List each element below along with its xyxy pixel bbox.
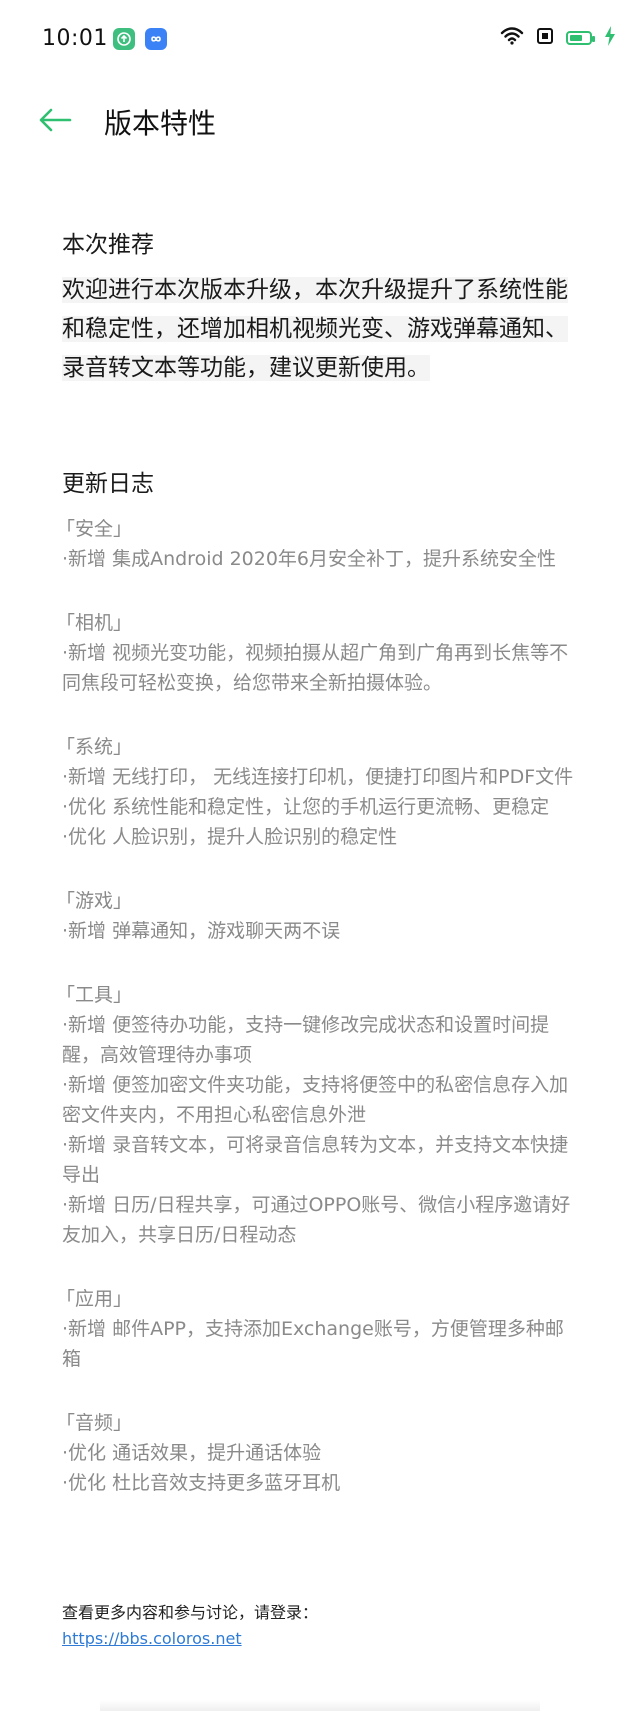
battery-icon xyxy=(566,31,595,45)
changelog-item: ·新增 邮件APP，支持添加Exchange账号，方便管理多种邮箱 xyxy=(62,1318,564,1370)
changelog-category: 「系统」 xyxy=(56,736,133,758)
changelog-category: 「相机」 xyxy=(56,612,133,634)
changelog-title: 更新日志 xyxy=(62,471,154,497)
changelog-item: ·新增 便签加密文件夹功能，支持将便签中的私密信息存入加密文件夹内，不用担心私密… xyxy=(62,1074,569,1126)
changelog-category: 「应用」 xyxy=(56,1288,133,1310)
changelog-group: 「工具」 ·新增 便签待办功能，支持一键修改完成状态和设置时间提醒，高效管理待办事… xyxy=(56,980,582,1250)
changelog-item: ·新增 录音转文本，可将录音信息转为文本，并支持文本快捷导出 xyxy=(62,1134,569,1186)
changelog-category: 「音频」 xyxy=(56,1412,133,1434)
status-right-icons xyxy=(500,26,616,50)
forum-link[interactable]: https://bbs.coloros.net xyxy=(62,1626,582,1652)
changelog-group: 「应用」 ·新增 邮件APP，支持添加Exchange账号，方便管理多种邮箱 xyxy=(56,1284,582,1374)
changelog-group: 「安全」 ·新增 集成Android 2020年6月安全补丁，提升系统安全性 xyxy=(56,514,582,574)
changelog-group: 「音频」 ·优化 通话效果，提升通话体验 ·优化 杜比音效支持更多蓝牙耳机 xyxy=(56,1408,582,1498)
changelog-item: ·新增 无线打印， 无线连接打印机，便捷打印图片和PDF文件 xyxy=(62,766,574,788)
status-time: 10:01 xyxy=(42,26,108,51)
back-button[interactable] xyxy=(36,98,80,142)
arrow-left-icon xyxy=(39,108,72,132)
nav-bar: 版本特性 xyxy=(0,80,640,164)
changelog-item: ·优化 人脸识别，提升人脸识别的稳定性 xyxy=(62,826,398,848)
charging-bolt-icon xyxy=(604,26,616,50)
upload-app-icon xyxy=(113,28,135,50)
changelog-list: 「安全」 ·新增 集成Android 2020年6月安全补丁，提升系统安全性「相机… xyxy=(56,514,582,1498)
recommend-block: 欢迎进行本次版本升级，本次升级提升了系统性能和稳定性，还增加相机视频光变、游戏弹… xyxy=(62,271,582,388)
changelog-category: 「游戏」 xyxy=(56,890,133,912)
changelog-item: ·新增 弹幕通知，游戏聊天两不误 xyxy=(62,920,341,942)
sim-icon xyxy=(536,27,554,49)
changelog-group: 「系统」 ·新增 无线打印， 无线连接打印机，便捷打印图片和PDF文件 ·优化 系统… xyxy=(56,732,582,852)
changelog-category: 「工具」 xyxy=(56,984,133,1006)
infinity-app-icon xyxy=(145,28,167,50)
page-title: 版本特性 xyxy=(104,107,217,140)
changelog-item: ·新增 便签待办功能，支持一键修改完成状态和设置时间提醒，高效管理待办事项 xyxy=(62,1014,550,1066)
wifi-icon xyxy=(500,27,524,49)
changelog-item: ·优化 系统性能和稳定性，让您的手机运行更流畅、更稳定 xyxy=(62,796,550,818)
changelog-item: ·新增 视频光变功能，视频拍摄从超广角到广角再到长焦等不同焦段可轻松变换，给您带… xyxy=(62,642,569,694)
changelog-item: ·新增 集成Android 2020年6月安全补丁，提升系统安全性 xyxy=(62,548,557,570)
changelog-item: ·优化 通话效果，提升通话体验 xyxy=(62,1442,322,1464)
status-bar: 10:01 xyxy=(0,0,640,80)
changelog-item: ·新增 日历/日程共享，可通过OPPO账号、微信小程序邀请好友加入，共享日历/日… xyxy=(62,1194,571,1246)
recommend-text: 欢迎进行本次版本升级，本次升级提升了系统性能和稳定性，还增加相机视频光变、游戏弹… xyxy=(62,277,568,381)
recommend-title: 本次推荐 xyxy=(62,232,154,258)
changelog-category: 「安全」 xyxy=(56,518,133,540)
bottom-shadow xyxy=(100,1700,540,1711)
changelog-group: 「游戏」 ·新增 弹幕通知，游戏聊天两不误 xyxy=(56,886,582,946)
changelog-group: 「相机」 ·新增 视频光变功能，视频拍摄从超广角到广角再到长焦等不同焦段可轻松变换… xyxy=(56,608,582,698)
login-prompt: 查看更多内容和参与讨论，请登录： xyxy=(62,1603,319,1622)
footer: 查看更多内容和参与讨论，请登录： https://bbs.coloros.net xyxy=(62,1600,582,1652)
changelog-item: ·优化 杜比音效支持更多蓝牙耳机 xyxy=(62,1472,341,1494)
content: 本次推荐 欢迎进行本次版本升级，本次升级提升了系统性能和稳定性，还增加相机视频光… xyxy=(56,225,582,1498)
